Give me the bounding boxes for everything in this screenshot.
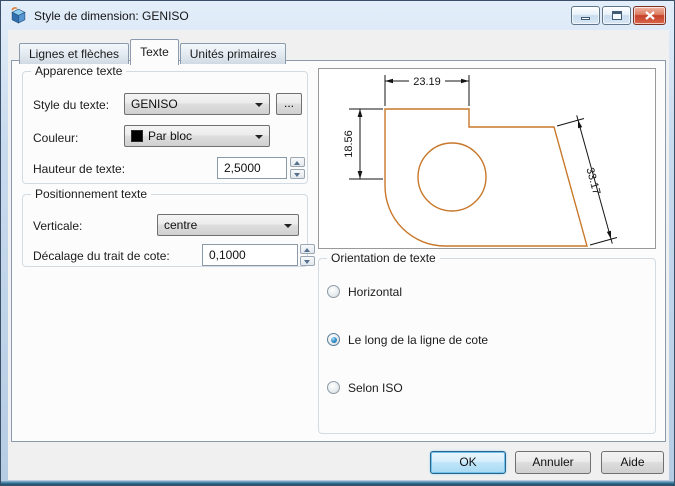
decalage-input[interactable] <box>202 244 298 266</box>
radio-selon-iso-label: Selon ISO <box>348 380 403 395</box>
verticale-value: centre <box>164 218 198 232</box>
radio-dot <box>327 333 340 346</box>
verticale-combobox[interactable]: centre <box>157 214 299 236</box>
radio-le-long-de-la-ligne-de-cote[interactable]: Le long de la ligne de cote <box>327 332 488 347</box>
app-icon <box>11 7 26 24</box>
spin-up-button[interactable] <box>300 244 315 254</box>
decalage-spinner <box>300 244 315 266</box>
dialog-client-area: Lignes et flèches Texte Unités primaires… <box>8 30 669 480</box>
radio-dot <box>327 285 340 298</box>
group-apparence-texte: Apparence texte Style du texte: GENISO .… <box>22 64 308 184</box>
group-positionnement-texte: Positionnement texte Verticale: centre D… <box>22 187 315 267</box>
minimize-icon <box>581 17 590 20</box>
couleur-label: Couleur: <box>33 131 79 145</box>
radio-le-long-label: Le long de la ligne de cote <box>348 332 489 347</box>
tab-lignes-et-fleches[interactable]: Lignes et flèches <box>19 43 130 64</box>
tab-strip: Lignes et flèches Texte Unités primaires <box>19 39 287 65</box>
preview-dimensions: 23.19 18.56 33.17 <box>343 75 618 246</box>
close-button[interactable] <box>633 6 666 25</box>
window-bottom-edge <box>1 481 674 485</box>
window-title: Style de dimension: GENISO <box>34 8 189 23</box>
group-orientation-de-texte: Orientation de texte Horizontal Le long … <box>318 251 656 434</box>
dimension-preview-pane: 23.19 18.56 33.17 <box>318 68 656 249</box>
radio-horizontal[interactable]: Horizontal <box>327 284 402 299</box>
group-apparence-title: Apparence texte <box>31 64 127 78</box>
hauteur-spinner <box>290 157 305 179</box>
couleur-value: Par bloc <box>148 129 193 143</box>
chevron-down-icon <box>284 224 292 228</box>
dialog-window: Style de dimension: GENISO Lignes et flè… <box>0 0 675 486</box>
spin-down-button[interactable] <box>290 169 305 179</box>
style-du-texte-combobox[interactable]: GENISO <box>124 93 270 115</box>
couleur-combobox[interactable]: Par bloc <box>124 125 270 147</box>
verticale-label: Verticale: <box>33 219 83 233</box>
tab-unites-primaires[interactable]: Unités primaires <box>179 43 287 64</box>
maximize-icon <box>611 11 622 20</box>
close-icon <box>644 11 655 20</box>
group-orientation-title: Orientation de texte <box>327 251 440 265</box>
hauteur-de-texte-input[interactable] <box>217 157 287 179</box>
chevron-down-icon <box>255 135 263 139</box>
minimize-button[interactable] <box>571 6 600 25</box>
style-du-texte-label: Style du texte: <box>33 98 110 112</box>
radio-horizontal-label: Horizontal <box>348 284 403 299</box>
title-bar[interactable]: Style de dimension: GENISO <box>1 1 674 30</box>
tab-page-texte: Apparence texte Style du texte: GENISO .… <box>11 60 666 442</box>
dimension-preview-drawing: 23.19 18.56 33.17 <box>343 75 618 247</box>
chevron-down-icon <box>255 103 263 107</box>
dim-aligned-text: 33.17 <box>583 166 602 196</box>
tab-texte[interactable]: Texte <box>130 39 179 65</box>
ok-button[interactable]: OK <box>430 451 506 474</box>
browse-text-style-button[interactable]: ... <box>276 93 302 115</box>
radio-selon-iso[interactable]: Selon ISO <box>327 380 403 395</box>
style-du-texte-value: GENISO <box>131 97 178 111</box>
color-swatch <box>131 130 143 142</box>
group-positionnement-title: Positionnement texte <box>31 187 152 201</box>
dim-horizontal-text: 23.19 <box>413 76 441 88</box>
dim-vertical-text: 18.56 <box>343 130 355 158</box>
spin-up-button[interactable] <box>290 157 305 167</box>
caption-buttons <box>571 6 666 25</box>
preview-hole <box>417 142 487 212</box>
decalage-label: Décalage du trait de cote: <box>33 249 170 263</box>
spin-down-button[interactable] <box>300 256 315 266</box>
maximize-button[interactable] <box>602 6 631 25</box>
hauteur-de-texte-label: Hauteur de texte: <box>33 162 126 176</box>
cancel-button[interactable]: Annuler <box>515 451 591 474</box>
help-button[interactable]: Aide <box>601 451 664 474</box>
radio-dot <box>327 381 340 394</box>
